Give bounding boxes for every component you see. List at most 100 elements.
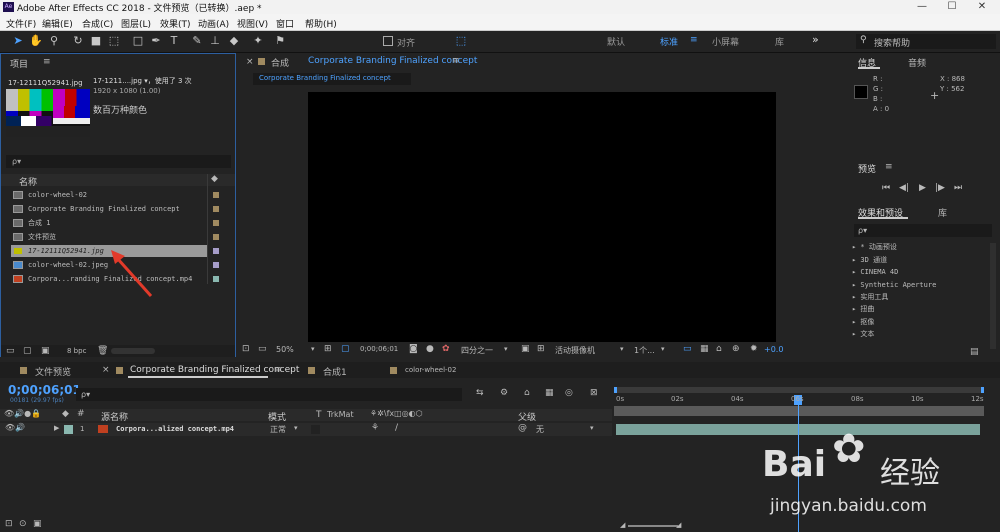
tab-file-preview[interactable]: 文件预览 — [35, 365, 71, 378]
comp-mini-flowchart-icon[interactable]: ⇆ — [476, 388, 484, 398]
exposure-value[interactable]: +0.0 — [764, 345, 783, 354]
clone-stamp-tool-icon[interactable]: ⊥ — [208, 34, 222, 48]
project-search-field[interactable]: ρ▾ — [6, 155, 231, 168]
list-item[interactable]: ▸ 扭曲 — [852, 303, 992, 315]
column-mode[interactable]: 模式 — [268, 410, 286, 423]
help-search-field[interactable]: ⚲ 搜索帮助 — [856, 34, 996, 49]
snap-icon[interactable]: ⬚ — [454, 34, 468, 48]
motion-blur-icon[interactable]: ◎ — [565, 388, 573, 398]
frame-blending-icon[interactable]: ▦ — [545, 388, 554, 398]
zoom-tool-icon[interactable]: ⚲ — [47, 34, 61, 48]
menu-window[interactable]: 窗口 — [276, 17, 294, 30]
close-button[interactable]: ✕ — [968, 0, 996, 14]
menu-animation[interactable]: 动画(A) — [198, 17, 229, 30]
play-icon[interactable]: ▶ — [919, 183, 926, 193]
comp-panel-menu-icon[interactable]: ≡ — [452, 56, 460, 66]
prev-frame-icon[interactable]: ◀| — [899, 183, 909, 193]
preview-title[interactable]: 预览 — [858, 162, 876, 175]
tab-menu-icon[interactable]: ≡ — [274, 365, 282, 375]
close-tab-icon[interactable]: × — [246, 57, 254, 67]
list-item[interactable]: 文件预览 — [11, 231, 207, 243]
menu-file[interactable]: 文件(F) — [6, 17, 36, 30]
pan-behind-tool-icon[interactable]: ⬚ — [107, 34, 121, 48]
label-column-icon[interactable]: ◆ — [211, 174, 218, 184]
column-parent[interactable]: 父级 — [518, 410, 536, 423]
camera-tool-icon[interactable]: ■ — [89, 34, 103, 48]
menu-layer[interactable]: 图层(L) — [121, 17, 151, 30]
align-checkbox-icon[interactable] — [383, 36, 393, 46]
draft-3d-icon[interactable]: ⚙ — [500, 388, 508, 398]
eraser-tool-icon[interactable]: ◆ — [227, 34, 241, 48]
layer-label-swatch[interactable] — [64, 425, 73, 434]
first-frame-icon[interactable]: ⏮ — [882, 183, 890, 193]
label-color-swatch[interactable] — [213, 276, 219, 282]
tab-color-wheel[interactable]: color-wheel-02 — [405, 366, 456, 374]
close-tab-icon[interactable]: × — [102, 365, 110, 375]
selection-tool-icon[interactable]: ➤ — [11, 34, 25, 48]
list-item-selected[interactable]: 17-12111Q52941.jpg — [11, 245, 207, 257]
grid-icon[interactable]: ⊞ — [537, 344, 545, 354]
puppet-tool-icon[interactable]: ⚑ — [273, 34, 287, 48]
label-color-swatch[interactable] — [213, 262, 219, 268]
channel-icon[interactable]: ✿ — [442, 344, 450, 354]
label-color-swatch[interactable] — [213, 192, 219, 198]
pen-tool-icon[interactable]: ✒ — [149, 34, 163, 48]
layer-mode-dropdown[interactable]: 正常 — [270, 424, 286, 435]
delete-icon[interactable]: 🗑 — [97, 346, 108, 356]
always-preview-icon[interactable]: ⊡ — [242, 344, 250, 354]
quality-switch-icon[interactable]: / — [395, 423, 398, 433]
minimize-button[interactable]: — — [908, 0, 936, 14]
rotate-tool-icon[interactable]: ↻ — [71, 34, 85, 48]
bpc-label[interactable]: 8 bpc — [67, 347, 86, 355]
list-item[interactable]: 合成 1 — [11, 217, 207, 229]
type-tool-icon[interactable]: T — [167, 34, 181, 48]
transparency-icon[interactable]: ▢ — [341, 344, 350, 354]
shy-switch-icon[interactable]: ⚘ — [371, 423, 379, 433]
list-item[interactable]: ▸ 文本 — [852, 328, 992, 340]
label-color-swatch[interactable] — [213, 220, 219, 226]
views-dropdown[interactable]: 1个... — [634, 345, 655, 356]
new-composition-icon[interactable]: ▣ — [41, 346, 50, 356]
timeline-zoom-in-icon[interactable]: ◢ — [676, 521, 681, 529]
interpret-footage-icon[interactable]: ▭ — [6, 346, 15, 356]
last-frame-icon[interactable]: ⏭ — [954, 183, 962, 193]
column-source-name[interactable]: 源名称 — [101, 410, 128, 423]
exposure-icon[interactable]: ✹ — [750, 344, 758, 354]
snapshot-icon[interactable]: ◙ — [409, 344, 418, 354]
toggle-in-out-icon[interactable]: ▣ — [33, 519, 42, 529]
menu-edit[interactable]: 编辑(E) — [42, 17, 73, 30]
layer-row[interactable]: 👁🔊 ▶ 1 Corpora...alized concept.mp4 正常 ▾… — [0, 423, 612, 436]
timeline-zoom-out-icon[interactable]: ◢ — [620, 521, 625, 529]
workspace-menu-icon[interactable]: ≡ — [690, 35, 698, 45]
composition-canvas[interactable] — [308, 92, 776, 342]
menu-effect[interactable]: 效果(T) — [160, 17, 191, 30]
timeline-icon[interactable]: ⊕ — [732, 344, 740, 354]
workspace-expand-icon[interactable]: » — [812, 33, 819, 46]
list-item[interactable]: color-wheel-02 — [11, 189, 207, 201]
toggle-modes-icon[interactable]: ⊙ — [19, 519, 27, 529]
menu-view[interactable]: 视图(V) — [237, 17, 268, 30]
list-item[interactable]: ▸ CINEMA 4D — [852, 266, 992, 278]
label-color-swatch[interactable] — [213, 206, 219, 212]
column-trkmat[interactable]: TrkMat — [327, 410, 354, 419]
shy-layers-icon[interactable]: ⌂ — [524, 388, 530, 398]
layer-name[interactable]: Corpora...alized concept.mp4 — [116, 425, 234, 433]
roto-brush-tool-icon[interactable]: ✦ — [251, 34, 265, 48]
new-folder-icon[interactable]: ▢ — [23, 346, 32, 356]
list-item[interactable]: color-wheel-02.jpeg — [11, 259, 207, 271]
toggle-switches-icon[interactable]: ⊡ — [5, 519, 13, 529]
parent-dropdown[interactable]: 无 — [536, 424, 544, 435]
next-frame-icon[interactable]: |▶ — [935, 183, 945, 193]
timeline-search-field[interactable]: ρ▾ — [76, 388, 462, 401]
audio-tab[interactable]: 音频 — [908, 56, 926, 69]
region-icon[interactable]: ⊞ — [324, 344, 332, 354]
workspace-library[interactable]: 库 — [775, 35, 784, 48]
parent-spiral-icon[interactable]: @ — [518, 423, 527, 433]
resolution-dropdown[interactable]: 四分之一 — [461, 345, 493, 356]
timeline-current-time[interactable]: 0;00;06;01 — [8, 383, 81, 397]
camera-dropdown[interactable]: 活动摄像机 — [555, 345, 595, 356]
list-item[interactable]: ▸ 抠像 — [852, 316, 992, 328]
label-color-swatch[interactable] — [213, 234, 219, 240]
new-bin-icon[interactable]: ▤ — [970, 347, 979, 357]
list-item[interactable]: Corporate Branding Finalized concept — [11, 203, 207, 215]
